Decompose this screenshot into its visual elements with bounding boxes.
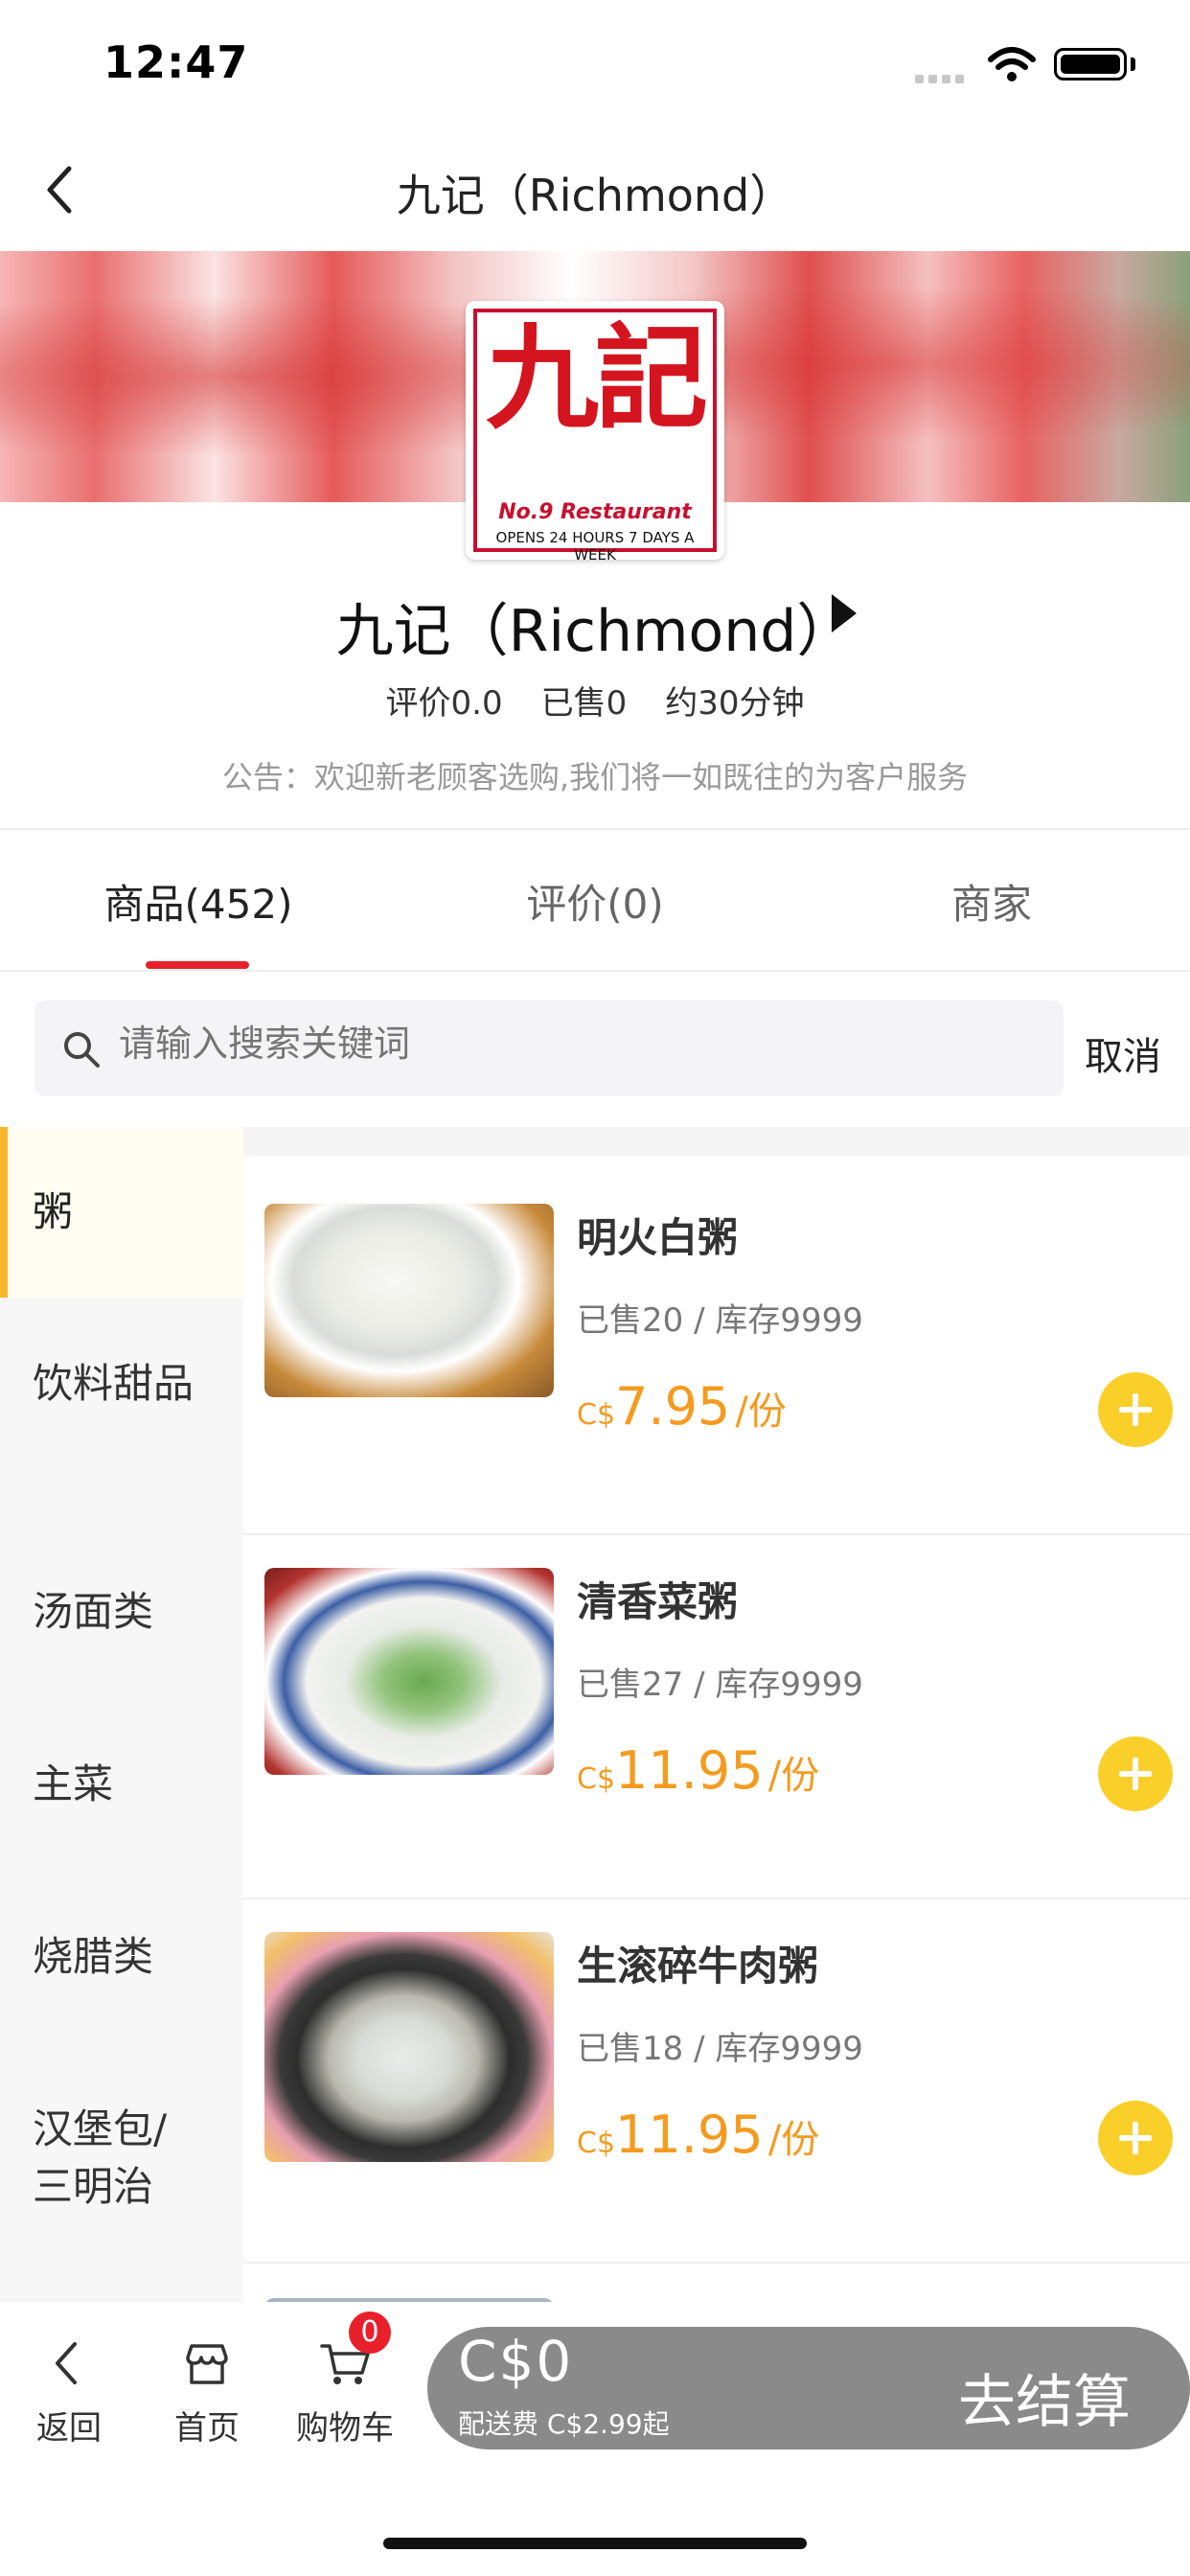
back-arrow-icon[interactable] <box>40 2334 98 2392</box>
product-stock: 库存9999 <box>715 2030 863 2068</box>
home-button-label[interactable]: 首页 <box>149 2402 264 2449</box>
category-item-drinks-desserts[interactable]: 饮料甜品 <box>0 1355 201 1413</box>
back-arrow-icon[interactable] <box>38 161 80 218</box>
product-stock-info: 已售18 / 库存9999 <box>577 2030 863 2068</box>
tab-merchant[interactable]: 商家 <box>793 872 1190 931</box>
status-time: 12:47 <box>103 36 249 88</box>
price-currency: C$ <box>577 2127 616 2160</box>
store-notice: 公告：欢迎新老顾客选购,我们将一如既往的为客户服务 <box>221 759 969 795</box>
price-value: 11.95 <box>615 1740 764 1801</box>
category-active-indicator <box>0 1127 8 1298</box>
product-stock: 库存9999 <box>715 1666 863 1704</box>
play-arrow-icon[interactable] <box>832 594 857 632</box>
store-delivery-time: 约30分钟 <box>665 684 805 723</box>
logo-english-text: No.9 Restaurant <box>498 500 692 524</box>
row-separator <box>243 1898 1190 1899</box>
store-icon[interactable] <box>178 2334 236 2392</box>
product-price: C$7.95 /份 <box>577 1376 787 1437</box>
product-stock: 库存9999 <box>715 1301 863 1340</box>
product-price: C$11.95 /份 <box>577 2104 819 2165</box>
product-image-plain-congee[interactable] <box>264 1204 554 1397</box>
signal-icon <box>915 69 971 83</box>
price-value: 7.95 <box>615 1376 731 1437</box>
product-name[interactable]: 清香菜粥 <box>577 1570 738 1628</box>
category-item-bbq[interactable]: 烧腊类 <box>0 1928 243 1986</box>
store-sold: 已售0 <box>540 684 628 723</box>
product-image-vegetable-congee[interactable] <box>264 1568 554 1775</box>
delivery-fee-text: 配送费 C$2.99起 <box>458 2408 670 2440</box>
cart-count-badge: 0 <box>349 2312 391 2354</box>
list-top-spacer <box>243 1127 1190 1156</box>
logo-hours-text: OPENS 24 HOURS 7 DAYS A WEEK <box>495 529 695 560</box>
product-price: C$11.95 /份 <box>577 1740 819 1801</box>
row-separator <box>243 2262 1190 2264</box>
price-unit: /份 <box>767 2118 820 2162</box>
row-separator <box>243 1533 1190 1535</box>
store-rating: 评价0.0 <box>385 684 503 723</box>
price-currency: C$ <box>577 1398 616 1432</box>
price-unit: /份 <box>735 1390 787 1434</box>
add-to-cart-button[interactable] <box>1098 2101 1173 2175</box>
home-indicator <box>383 2538 807 2549</box>
store-stats: 评价0.0 已售0 约30分钟 <box>0 677 1190 724</box>
page-title: 九记（Richmond） <box>396 170 794 221</box>
product-sold: 已售18 <box>577 2030 684 2068</box>
battery-tip <box>1131 58 1135 71</box>
price-unit: /份 <box>767 1754 820 1798</box>
tab-indicator <box>146 961 249 969</box>
product-image-minced-beef-congee[interactable] <box>264 1932 554 2162</box>
add-to-cart-button[interactable] <box>1098 1372 1173 1447</box>
price-currency: C$ <box>577 1762 616 1796</box>
cart-total-amount: C$0 <box>458 2329 574 2394</box>
category-item-burgers-sandwiches[interactable]: 汉堡包/三明治 <box>0 2101 201 2216</box>
product-name[interactable]: 生滚碎牛肉粥 <box>577 1934 818 1992</box>
product-name[interactable]: 明火白粥 <box>577 1206 738 1264</box>
search-input[interactable] <box>117 1022 983 1066</box>
product-sold: 已售27 <box>577 1666 684 1704</box>
store-logo: 九記 No.9 Restaurant OPENS 24 HOURS 7 DAYS… <box>466 301 724 560</box>
category-item-main-dishes[interactable]: 主菜 <box>0 1756 243 1813</box>
tab-products[interactable]: 商品(452) <box>0 872 397 931</box>
wifi-icon <box>988 47 1036 81</box>
add-to-cart-button[interactable] <box>1098 1736 1173 1811</box>
divider <box>0 828 1190 830</box>
cart-button-label[interactable]: 购物车 <box>287 2402 402 2449</box>
search-icon <box>64 1032 100 1068</box>
tab-reviews[interactable]: 评价(0) <box>397 872 793 931</box>
back-button-label[interactable]: 返回 <box>11 2402 126 2449</box>
product-stock-info: 已售20 / 库存9999 <box>577 1301 863 1340</box>
product-stock-info: 已售27 / 库存9999 <box>577 1666 863 1704</box>
category-item-soup-noodles[interactable]: 汤面类 <box>0 1583 243 1641</box>
logo-chinese-text: 九記 <box>485 311 708 445</box>
store-name[interactable]: 九记（Richmond） <box>192 585 998 668</box>
category-item-porridge[interactable]: 粥 <box>0 1127 243 1298</box>
search-cancel-button[interactable]: 取消 <box>1085 1025 1161 1081</box>
battery-icon <box>1054 48 1127 80</box>
product-sold: 已售20 <box>577 1301 684 1340</box>
checkout-label[interactable]: 去结算 <box>958 2356 1131 2439</box>
divider <box>0 970 1190 972</box>
price-value: 11.95 <box>615 2104 764 2165</box>
